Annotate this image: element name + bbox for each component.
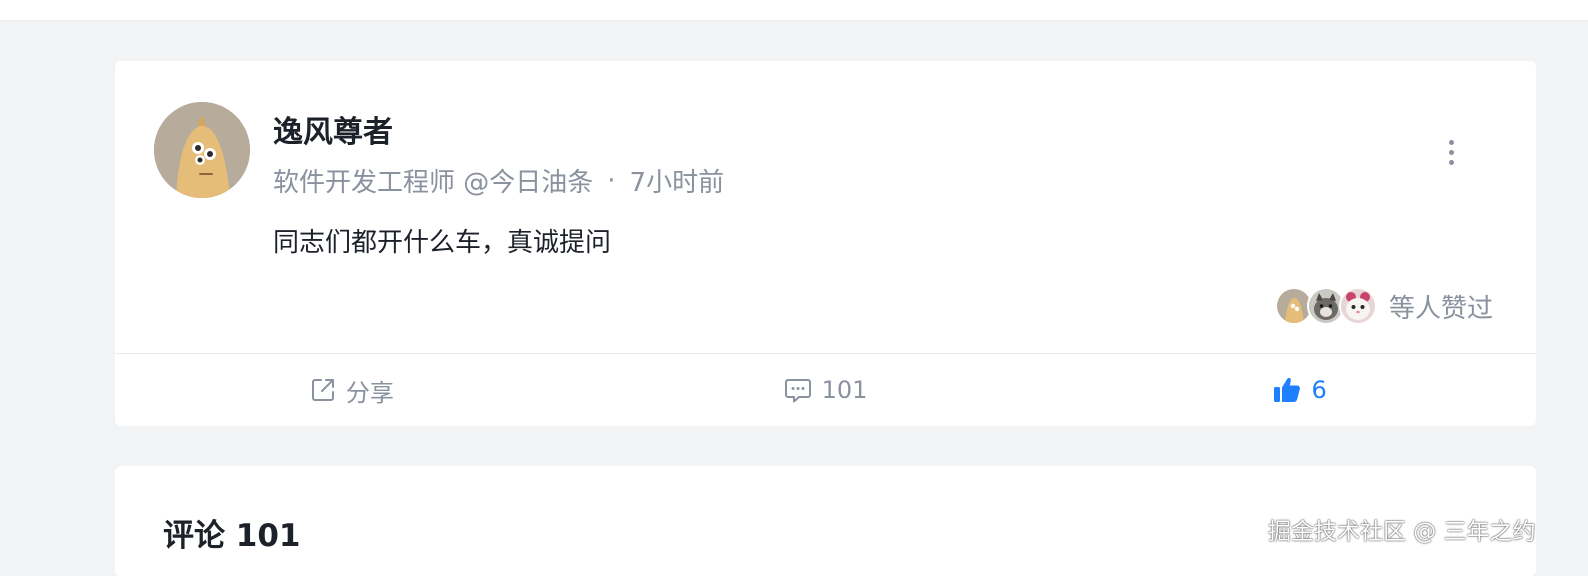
avatar-cartoon-icon <box>154 102 250 198</box>
comment-section-title: 评论 101 <box>163 518 301 554</box>
avatar-cartoon-icon <box>1277 289 1311 323</box>
share-label: 分享 <box>345 378 394 407</box>
likers-text[interactable]: 等人赞过 <box>1389 288 1493 325</box>
avatar-white-cat-icon <box>1341 289 1375 323</box>
author-meta: 软件开发工程师 @今日油条 · 7小时前 <box>273 162 724 199</box>
author-name[interactable]: 逸风尊者 <box>273 107 393 151</box>
like-count: 6 <box>1311 376 1327 404</box>
avatar-cat-icon <box>1309 289 1343 323</box>
vertical-dots-icon <box>1448 149 1454 155</box>
vertical-dots-icon <box>1448 159 1454 165</box>
thumbs-up-icon <box>1273 377 1300 402</box>
comment-button[interactable]: 101 <box>589 354 1063 426</box>
author-title: 软件开发工程师 @今日油条 <box>273 168 594 198</box>
top-navbar <box>0 0 1588 20</box>
comment-count: 101 <box>821 376 868 404</box>
post-content: 同志们都开什么车，真诚提问 <box>273 228 612 258</box>
liker-avatar[interactable] <box>1339 287 1377 325</box>
action-bar: 分享 101 6 <box>115 354 1536 426</box>
watermark: 掘金技术社区 @ 三年之约 <box>1268 519 1536 545</box>
vertical-dots-icon <box>1448 139 1454 145</box>
post-card: 逸风尊者 软件开发工程师 @今日油条 · 7小时前 同志们都开什么车，真诚提问 <box>115 61 1536 426</box>
like-button[interactable]: 6 <box>1062 354 1536 426</box>
more-options-button[interactable] <box>1437 136 1465 168</box>
share-button[interactable]: 分享 <box>115 354 589 426</box>
likers-row[interactable]: 等人赞过 <box>1275 286 1493 326</box>
author-avatar[interactable] <box>154 102 250 198</box>
share-icon <box>311 379 334 401</box>
meta-separator: · <box>607 165 616 196</box>
post-time: 7小时前 <box>629 168 725 198</box>
comment-icon <box>784 379 811 403</box>
